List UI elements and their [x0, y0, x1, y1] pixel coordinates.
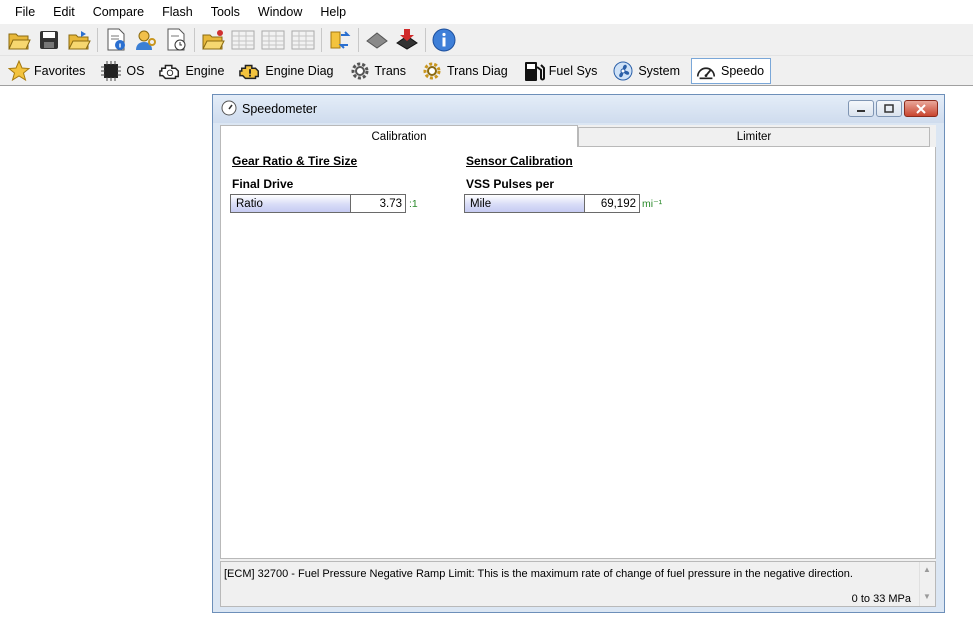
final-drive-label: Final Drive: [232, 177, 294, 191]
speedometer-icon: [695, 60, 717, 82]
menu-flash[interactable]: Flash: [153, 0, 202, 24]
table-icon[interactable]: [259, 26, 287, 54]
toolbar-separator: [97, 27, 98, 52]
tab-strip: Calibration Limiter: [220, 125, 936, 148]
window-titlebar[interactable]: Speedometer: [213, 95, 944, 123]
minimize-button[interactable]: [848, 100, 874, 117]
toolbar: [0, 24, 973, 56]
module-fuel-sys[interactable]: Fuel Sys: [519, 58, 605, 84]
toolbar-separator: [194, 27, 195, 52]
description-scrollbar[interactable]: ▲ ▼: [919, 562, 935, 606]
tab-calibration[interactable]: Calibration: [220, 125, 578, 148]
menu-file[interactable]: File: [6, 0, 44, 24]
file-history-icon[interactable]: [162, 26, 190, 54]
file-info-icon[interactable]: [102, 26, 130, 54]
vss-pulses-value[interactable]: 69,192: [585, 195, 639, 212]
open-recent-icon[interactable]: [65, 26, 93, 54]
fuel-pump-icon: [523, 60, 545, 82]
final-drive-unit: :1: [409, 198, 418, 210]
module-label: System: [638, 63, 681, 78]
gear-ratio-section-title: Gear Ratio & Tire Size: [232, 154, 358, 168]
module-label: OS: [126, 63, 145, 78]
description-box: [ECM] 32700 - Fuel Pressure Negative Ram…: [220, 561, 936, 607]
menu-edit[interactable]: Edit: [44, 0, 84, 24]
module-label: Engine: [185, 63, 225, 78]
module-label: Fuel Sys: [548, 63, 598, 78]
module-bar: Favorites OS Engine Engine Diag Trans Tr…: [0, 56, 973, 86]
menu-bar: File Edit Compare Flash Tools Window Hel…: [0, 0, 973, 24]
module-engine-diag[interactable]: Engine Diag: [235, 58, 340, 84]
star-icon: [8, 59, 30, 82]
restore-button[interactable]: [876, 100, 902, 117]
gear-icon: [349, 60, 371, 82]
toolbar-separator: [425, 27, 426, 52]
fan-icon: [612, 60, 634, 82]
vss-pulses-unit: mi⁻¹: [642, 198, 663, 210]
info-icon[interactable]: [430, 26, 458, 54]
module-trans-diag[interactable]: Trans Diag: [417, 58, 515, 84]
open-folder-icon[interactable]: [5, 26, 33, 54]
range-text: 0 to 33 MPa: [851, 593, 911, 605]
field-name: Mile: [465, 195, 585, 212]
speedometer-icon: [221, 100, 237, 119]
module-os[interactable]: OS: [96, 58, 151, 84]
module-engine[interactable]: Engine: [155, 58, 231, 84]
module-label: Speedo: [721, 63, 765, 78]
engine-warning-icon: [239, 60, 261, 82]
menu-tools[interactable]: Tools: [202, 0, 249, 24]
chip-flash-icon[interactable]: [393, 26, 421, 54]
vss-pulses-label: VSS Pulses per: [466, 177, 555, 191]
window-controls: [846, 100, 938, 117]
menu-compare[interactable]: Compare: [84, 0, 153, 24]
scroll-up-icon[interactable]: ▲: [923, 565, 931, 574]
user-key-icon[interactable]: [132, 26, 160, 54]
open-compare-icon[interactable]: [199, 26, 227, 54]
save-icon[interactable]: [35, 26, 63, 54]
module-label: Trans Diag: [447, 63, 508, 78]
module-favorites[interactable]: Favorites: [4, 58, 92, 84]
chip-icon[interactable]: [363, 26, 391, 54]
module-speedo[interactable]: Speedo: [691, 57, 772, 84]
vss-pulses-field[interactable]: Mile 69,192: [464, 194, 640, 213]
module-trans[interactable]: Trans: [345, 58, 414, 84]
close-button[interactable]: [904, 100, 938, 117]
calibration-panel: Gear Ratio & Tire Size Final Drive Ratio…: [220, 147, 936, 559]
description-text: [ECM] 32700 - Fuel Pressure Negative Ram…: [224, 568, 853, 580]
scroll-down-icon[interactable]: ▼: [923, 592, 931, 601]
table-icon[interactable]: [289, 26, 317, 54]
tab-limiter[interactable]: Limiter: [578, 127, 930, 147]
swap-icon[interactable]: [326, 26, 354, 54]
chip-icon: [100, 60, 122, 82]
speedometer-window: Speedometer Calibration Limiter Gear Rat…: [212, 94, 945, 613]
toolbar-separator: [358, 27, 359, 52]
final-drive-field[interactable]: Ratio 3.73: [230, 194, 406, 213]
module-label: Favorites: [34, 63, 86, 78]
toolbar-separator: [321, 27, 322, 52]
module-label: Engine Diag: [265, 63, 334, 78]
sensor-calibration-section-title: Sensor Calibration: [466, 154, 573, 168]
window-body: Calibration Limiter Gear Ratio & Tire Si…: [220, 125, 936, 607]
engine-icon: [159, 60, 181, 82]
window-title: Speedometer: [242, 102, 318, 116]
gear-diag-icon: [421, 60, 443, 82]
final-drive-value[interactable]: 3.73: [351, 195, 405, 212]
module-label: Trans: [374, 63, 407, 78]
field-name: Ratio: [231, 195, 351, 212]
table-icon[interactable]: [229, 26, 257, 54]
module-system[interactable]: System: [608, 58, 687, 84]
menu-help[interactable]: Help: [311, 0, 355, 24]
menu-window[interactable]: Window: [249, 0, 311, 24]
